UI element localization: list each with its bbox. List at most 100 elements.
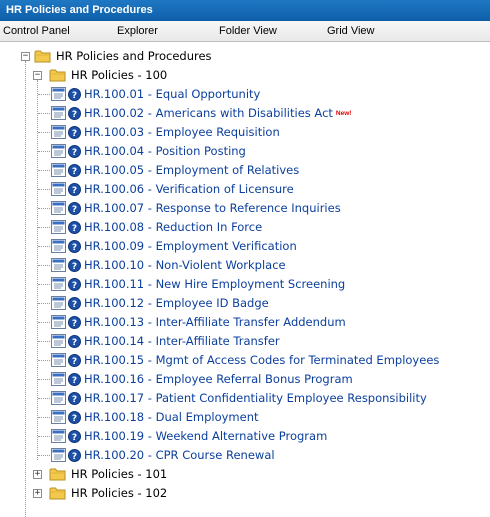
tree-connector bbox=[38, 246, 50, 247]
document-link[interactable]: HR.100.13 - Inter-Affiliate Transfer Add… bbox=[84, 313, 346, 332]
help-icon[interactable]: ? bbox=[68, 354, 81, 367]
document-icon[interactable] bbox=[51, 144, 66, 158]
document-icon[interactable] bbox=[51, 296, 66, 310]
help-icon[interactable]: ? bbox=[68, 278, 81, 291]
document-link[interactable]: HR.100.04 - Position Posting bbox=[84, 142, 246, 161]
expand-toggle[interactable]: + bbox=[33, 489, 42, 498]
svg-text:?: ? bbox=[72, 110, 77, 120]
document-link[interactable]: HR.100.06 - Verification of Licensure bbox=[84, 180, 294, 199]
tree-connector bbox=[38, 94, 50, 95]
svg-text:?: ? bbox=[72, 243, 77, 253]
document-link[interactable]: HR.100.05 - Employment of Relatives bbox=[84, 161, 299, 180]
table-row: ? HR.100.13 - Inter-Affiliate Transfer Ad… bbox=[0, 313, 490, 332]
document-link[interactable]: HR.100.11 - New Hire Employment Screenin… bbox=[84, 275, 345, 294]
help-icon[interactable]: ? bbox=[68, 373, 81, 386]
document-icon[interactable] bbox=[51, 315, 66, 329]
document-link[interactable]: HR.100.07 - Response to Reference Inquir… bbox=[84, 199, 341, 218]
document-link[interactable]: HR.100.15 - Mgmt of Access Codes for Ter… bbox=[84, 351, 439, 370]
document-icon[interactable] bbox=[51, 258, 66, 272]
document-icon[interactable] bbox=[51, 334, 66, 348]
tree-connector bbox=[38, 265, 50, 266]
document-icon[interactable] bbox=[51, 391, 66, 405]
table-row: ? HR.100.03 - Employee Requisition bbox=[0, 123, 490, 142]
help-icon[interactable]: ? bbox=[68, 316, 81, 329]
document-link[interactable]: HR.100.03 - Employee Requisition bbox=[84, 123, 280, 142]
menu-control-panel[interactable]: Control Panel bbox=[3, 25, 70, 37]
help-icon[interactable]: ? bbox=[68, 335, 81, 348]
help-icon[interactable]: ? bbox=[68, 221, 81, 234]
table-row: ? HR.100.09 - Employment Verification bbox=[0, 237, 490, 256]
document-icon[interactable] bbox=[51, 125, 66, 139]
help-icon[interactable]: ? bbox=[68, 107, 81, 120]
help-icon[interactable]: ? bbox=[68, 88, 81, 101]
help-icon[interactable]: ? bbox=[68, 392, 81, 405]
help-icon[interactable]: ? bbox=[68, 259, 81, 272]
help-icon[interactable]: ? bbox=[68, 240, 81, 253]
document-title: HR.100.19 - Weekend Alternative Program bbox=[84, 429, 328, 443]
svg-text:?: ? bbox=[72, 357, 77, 367]
document-link[interactable]: HR.100.09 - Employment Verification bbox=[84, 237, 297, 256]
tree-row-folder: + HR Policies - 102 bbox=[0, 484, 490, 503]
document-link[interactable]: HR.100.14 - Inter-Affiliate Transfer bbox=[84, 332, 280, 351]
document-link[interactable]: HR.100.20 - CPR Course Renewal bbox=[84, 446, 275, 465]
document-link[interactable]: HR.100.19 - Weekend Alternative Program bbox=[84, 427, 327, 446]
document-icon[interactable] bbox=[51, 448, 66, 462]
tree-connector bbox=[38, 417, 50, 418]
document-icon[interactable] bbox=[51, 239, 66, 253]
help-icon[interactable]: ? bbox=[68, 297, 81, 310]
svg-text:?: ? bbox=[72, 148, 77, 158]
document-title: HR.100.06 - Verification of Licensure bbox=[84, 182, 294, 196]
document-link[interactable]: HR.100.17 - Patient Confidentiality Empl… bbox=[84, 389, 427, 408]
folder-label[interactable]: HR Policies - 102 bbox=[71, 484, 167, 503]
document-icon[interactable] bbox=[51, 182, 66, 196]
menu-grid-view[interactable]: Grid View bbox=[327, 25, 374, 37]
help-icon[interactable]: ? bbox=[68, 202, 81, 215]
help-icon[interactable]: ? bbox=[68, 411, 81, 424]
tree-connector bbox=[38, 113, 50, 114]
tree-connector bbox=[38, 455, 50, 456]
document-link[interactable]: HR.100.08 - Reduction In Force bbox=[84, 218, 262, 237]
document-icon[interactable] bbox=[51, 201, 66, 215]
help-icon[interactable]: ? bbox=[68, 164, 81, 177]
svg-text:?: ? bbox=[72, 300, 77, 310]
document-link[interactable]: HR.100.02 - Americans with Disabilities … bbox=[84, 104, 351, 123]
tree-connector bbox=[38, 189, 50, 190]
collapse-toggle[interactable]: − bbox=[33, 71, 42, 80]
document-icon[interactable] bbox=[51, 87, 66, 101]
document-link[interactable]: HR.100.12 - Employee ID Badge bbox=[84, 294, 269, 313]
document-icon[interactable] bbox=[51, 106, 66, 120]
document-icon[interactable] bbox=[51, 410, 66, 424]
table-row: ? HR.100.19 - Weekend Alternative Program bbox=[0, 427, 490, 446]
help-icon[interactable]: ? bbox=[68, 430, 81, 443]
menu-folder-view[interactable]: Folder View bbox=[219, 25, 277, 37]
document-icon[interactable] bbox=[51, 220, 66, 234]
document-link[interactable]: HR.100.10 - Non-Violent Workplace bbox=[84, 256, 286, 275]
document-title: HR.100.07 - Response to Reference Inquir… bbox=[84, 201, 341, 215]
document-link[interactable]: HR.100.16 - Employee Referral Bonus Prog… bbox=[84, 370, 353, 389]
table-row: ? HR.100.12 - Employee ID Badge bbox=[0, 294, 490, 313]
folder-100-label[interactable]: HR Policies - 100 bbox=[71, 66, 167, 85]
document-title: HR.100.16 - Employee Referral Bonus Prog… bbox=[84, 372, 353, 386]
document-link[interactable]: HR.100.01 - Equal Opportunity bbox=[84, 85, 260, 104]
document-title: HR.100.01 - Equal Opportunity bbox=[84, 87, 261, 101]
collapse-toggle[interactable]: − bbox=[21, 52, 30, 61]
help-icon[interactable]: ? bbox=[68, 183, 81, 196]
help-icon[interactable]: ? bbox=[68, 449, 81, 462]
document-icon[interactable] bbox=[51, 163, 66, 177]
document-title: HR.100.08 - Reduction In Force bbox=[84, 220, 263, 234]
document-icon[interactable] bbox=[51, 353, 66, 367]
window-title: HR Policies and Procedures bbox=[0, 0, 490, 21]
root-folder-label[interactable]: HR Policies and Procedures bbox=[56, 47, 212, 66]
document-icon[interactable] bbox=[51, 372, 66, 386]
document-icon[interactable] bbox=[51, 277, 66, 291]
menu-explorer[interactable]: Explorer bbox=[117, 25, 158, 37]
document-link[interactable]: HR.100.18 - Dual Employment bbox=[84, 408, 259, 427]
document-title: HR.100.04 - Position Posting bbox=[84, 144, 246, 158]
document-title: HR.100.17 - Patient Confidentiality Empl… bbox=[84, 391, 427, 405]
help-icon[interactable]: ? bbox=[68, 126, 81, 139]
expand-toggle[interactable]: + bbox=[33, 470, 42, 479]
help-icon[interactable]: ? bbox=[68, 145, 81, 158]
table-row: ? HR.100.01 - Equal Opportunity bbox=[0, 85, 490, 104]
document-icon[interactable] bbox=[51, 429, 66, 443]
folder-label[interactable]: HR Policies - 101 bbox=[71, 465, 167, 484]
